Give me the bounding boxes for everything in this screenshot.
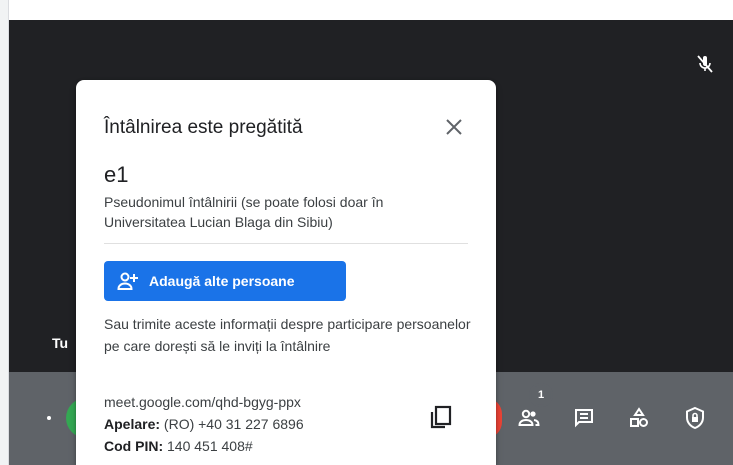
pin-row: Cod PIN: 140 451 408# [104, 435, 253, 457]
people-icon[interactable] [517, 406, 541, 430]
add-person-icon [117, 272, 138, 290]
copy-icon[interactable] [428, 404, 454, 430]
nickname-description: Pseudonimul întâlnirii (se poate folosi … [104, 194, 384, 230]
more-dot[interactable] [47, 416, 51, 420]
self-tile-label: Tu [52, 335, 69, 351]
meeting-ready-dialog: Întâlnirea este pregătită e1 Pseudonimul… [76, 80, 496, 465]
meeting-link[interactable]: meet.google.com/qhd-bgyg-ppx [104, 391, 301, 413]
add-people-label: Adaugă alte persoane [149, 273, 295, 289]
dial-in-number: (RO) +40 31 227 6896 [163, 416, 304, 432]
pin-value: 140 451 408# [167, 438, 253, 454]
close-icon[interactable] [443, 116, 465, 138]
dial-in-label: Apelare: [104, 416, 161, 432]
pin-label: Cod PIN: [104, 438, 164, 454]
chat-icon[interactable] [572, 406, 596, 430]
share-info-text: Sau trimite aceste informații despre par… [104, 316, 471, 354]
add-people-button[interactable]: Adaugă alte persoane [104, 261, 346, 301]
participant-count-badge: 1 [531, 385, 551, 405]
meeting-nickname: e1 [104, 162, 129, 187]
top-strip [0, 0, 733, 20]
activities-icon[interactable] [627, 406, 651, 430]
mic-off-icon [697, 55, 713, 73]
dialog-title: Întâlnirea este pregătită [104, 117, 303, 138]
left-edge [0, 0, 9, 465]
divider [104, 243, 468, 244]
dial-in-row: Apelare: (RO) +40 31 227 6896 [104, 413, 304, 435]
host-controls-icon[interactable] [683, 406, 707, 430]
